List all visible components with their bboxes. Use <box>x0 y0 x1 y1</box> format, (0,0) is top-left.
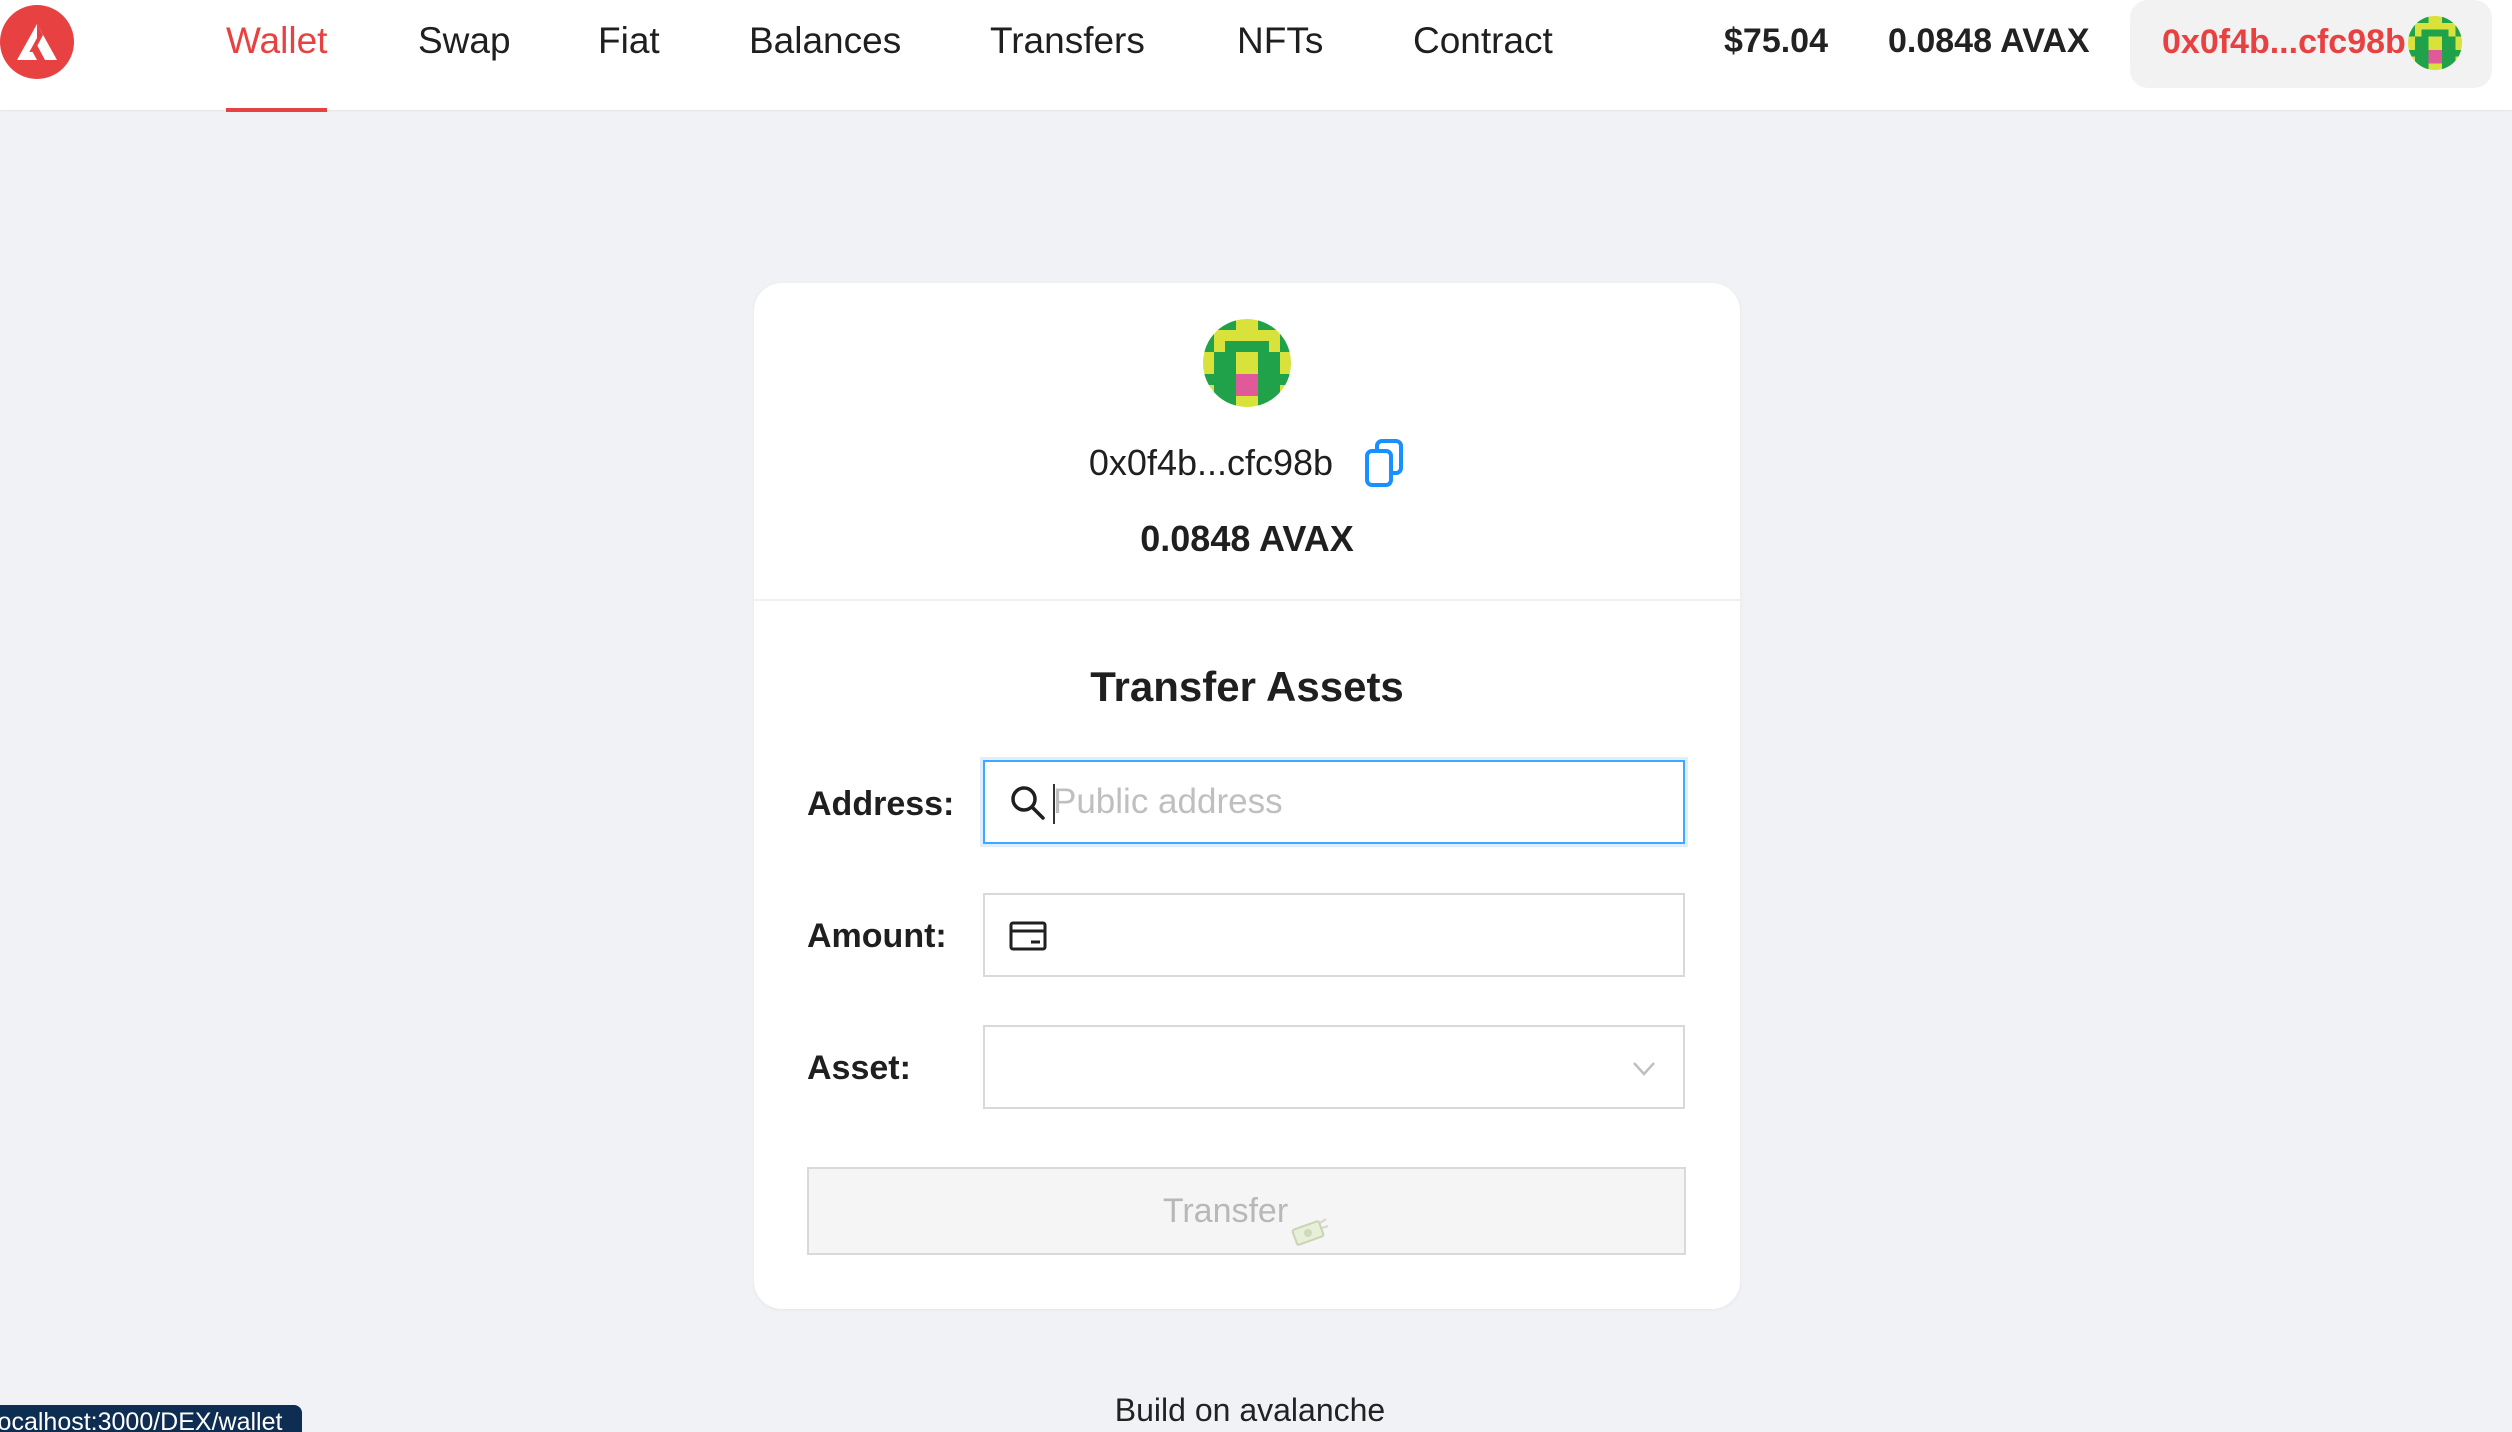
transfer-title: Transfer Assets <box>1090 663 1404 710</box>
nav-tab-nfts[interactable]: NFTs <box>1237 0 1323 110</box>
text-caret <box>1053 784 1055 824</box>
money-icon <box>1290 1196 1330 1246</box>
footer-text: Build on avalanche <box>1114 1392 1386 1428</box>
address-field[interactable] <box>983 760 1685 844</box>
copy-icon[interactable] <box>1363 438 1405 488</box>
account-address: 0x0f4b...cfc98b <box>2162 23 2406 61</box>
avalanche-logo-icon <box>17 24 57 60</box>
wallet-icon <box>1009 917 1047 955</box>
browser-status-url: localhost:3000/DEX/wallet <box>0 1405 302 1432</box>
wallet-address-row: 0x0f4b...cfc98b <box>754 433 1740 491</box>
identicon-avatar <box>1203 319 1291 407</box>
asset-label: Asset: <box>807 1049 911 1087</box>
wallet-card: 0x0f4b...cfc98b 0.0848 AVAX Transfer Ass… <box>754 283 1740 1309</box>
amount-label: Amount: <box>807 917 947 955</box>
amount-input[interactable] <box>1053 895 1663 975</box>
wallet-balance: 0.0848 AVAX <box>1140 518 1354 559</box>
wallet-address: 0x0f4b...cfc98b <box>1088 442 1334 484</box>
amount-field[interactable] <box>983 893 1685 977</box>
asset-select[interactable] <box>983 1025 1685 1109</box>
chevron-down-icon <box>1629 1053 1659 1083</box>
native-balance: 0.0848 AVAX <box>1888 22 2090 60</box>
transfer-button[interactable]: Transfer <box>807 1167 1686 1255</box>
wallet-summary: 0x0f4b...cfc98b 0.0848 AVAX <box>754 283 1740 601</box>
nav-tab-contract[interactable]: Contract <box>1413 0 1553 110</box>
address-label: Address: <box>807 785 955 823</box>
avalanche-logo[interactable] <box>0 5 74 79</box>
search-icon <box>1009 784 1047 822</box>
address-input[interactable] <box>1053 762 1663 842</box>
nav-tab-swap[interactable]: Swap <box>418 0 511 110</box>
usd-balance: $75.04 <box>1724 22 1828 60</box>
nav-tab-fiat[interactable]: Fiat <box>598 0 660 110</box>
nav-tab-transfers[interactable]: Transfers <box>990 0 1145 110</box>
nav-tab-wallet[interactable]: Wallet <box>226 0 328 112</box>
transfer-button-label: Transfer <box>1162 1192 1289 1230</box>
nav-tab-balances[interactable]: Balances <box>749 0 901 110</box>
top-navbar: Wallet Swap Fiat Balances Transfers NFTs… <box>0 0 2512 112</box>
identicon-avatar <box>2408 16 2462 70</box>
account-button[interactable]: 0x0f4b...cfc98b <box>2130 0 2492 88</box>
